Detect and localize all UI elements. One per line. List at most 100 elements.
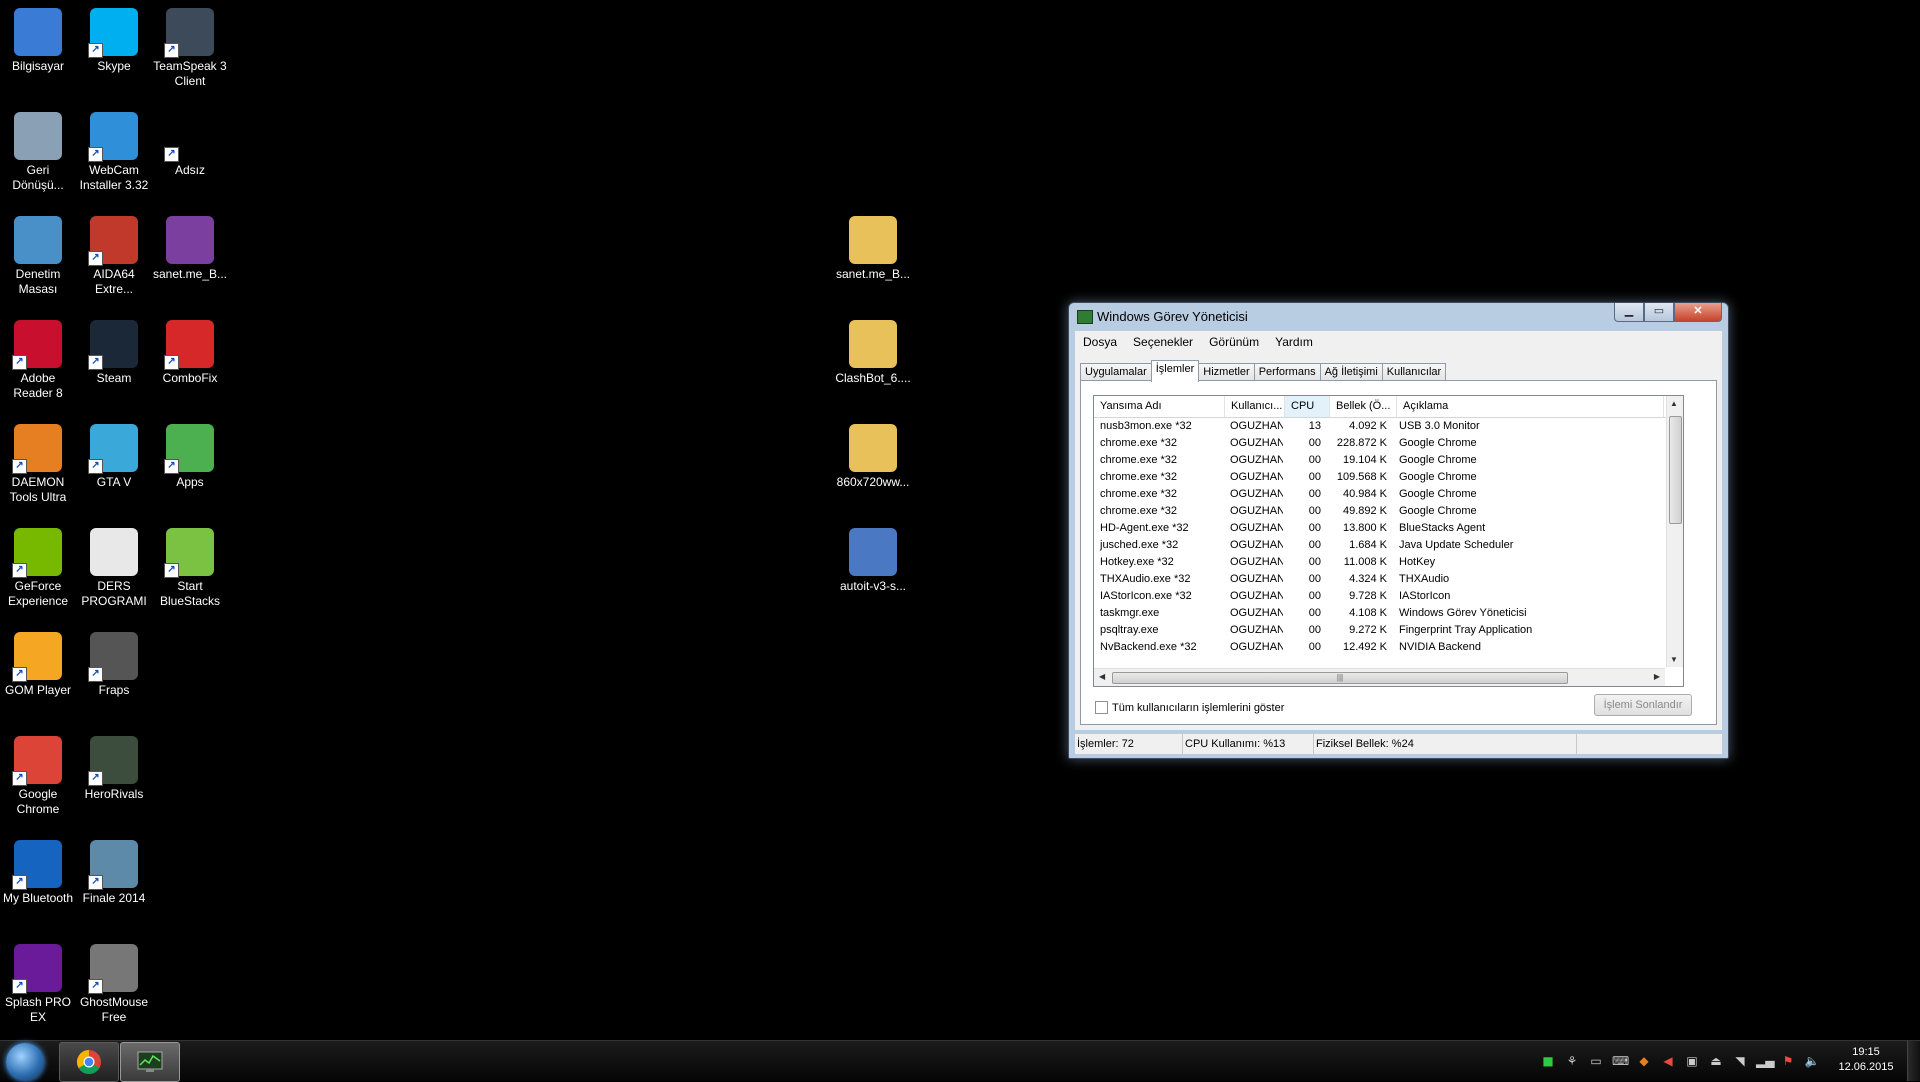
table-row[interactable]: chrome.exe *32 OGUZHAN 00 109.568 K Google C… (1094, 469, 1666, 486)
clock[interactable]: 19:15 12.06.2015 (1836, 1045, 1896, 1075)
desktop-icon[interactable]: ↗ My Bluetooth (0, 840, 76, 906)
table-row[interactable]: psqltray.exe OGUZHAN 00 9.272 K Fingerprint … (1094, 622, 1666, 639)
checkbox-box[interactable] (1095, 701, 1108, 714)
tray-network-share-icon[interactable]: ⚘ (1564, 1053, 1580, 1069)
tab-applications[interactable]: Uygulamalar (1080, 363, 1152, 381)
desktop-icon[interactable]: ↗ Steam (76, 320, 152, 386)
tray-wifi-icon[interactable]: ◥ (1732, 1053, 1748, 1069)
tray-remove-hardware-icon[interactable]: ⏏ (1708, 1053, 1724, 1069)
cell-user: OGUZHAN (1230, 607, 1283, 619)
column-user[interactable]: Kullanıcı... (1225, 396, 1285, 417)
tray-speaker-icon[interactable]: ◀ (1660, 1053, 1676, 1069)
tray-monitor-icon[interactable]: ▣ (1684, 1053, 1700, 1069)
desktop-icon[interactable]: ↗ ComboFix (152, 320, 228, 386)
desktop-icon-label: Start BlueStacks (159, 579, 221, 608)
vertical-scrollbar[interactable]: ▲ ▼ (1666, 396, 1683, 667)
desktop-icon[interactable]: ↗ GhostMouse Free (76, 944, 152, 1025)
desktop-icon[interactable]: ↗ GTA V (76, 424, 152, 490)
process-list[interactable]: Yansıma Adı Kullanıcı... CPU Bellek (Ö..… (1093, 395, 1684, 687)
tab-processes[interactable]: İşlemler (1150, 360, 1200, 382)
scroll-right-icon[interactable]: ▶ (1654, 672, 1660, 681)
table-row[interactable]: IAStorIcon.exe *32 OGUZHAN 00 9.728 K IAStor… (1094, 588, 1666, 605)
desktop-icon[interactable]: ClashBot_6.... (835, 320, 911, 386)
desktop-icon[interactable]: ↗ Adsız (152, 112, 228, 178)
desktop-icon[interactable]: ↗ GOM Player (0, 632, 76, 698)
table-row[interactable]: jusched.exe *32 OGUZHAN 00 1.684 K Java Upda… (1094, 537, 1666, 554)
table-row[interactable]: THXAudio.exe *32 OGUZHAN 00 4.324 K THXAudio (1094, 571, 1666, 588)
column-image-name[interactable]: Yansıma Adı (1094, 396, 1225, 417)
taskbar-chrome-button[interactable] (59, 1042, 119, 1082)
desktop-icon[interactable]: ↗ AIDA64 Extre... (76, 216, 152, 297)
menu-view[interactable]: Görünüm (1201, 335, 1267, 349)
title-bar[interactable]: Windows Görev Yöneticisi ▁ ▭ ✕ (1069, 303, 1728, 331)
desktop-icon[interactable]: ↗ DAEMON Tools Ultra (0, 424, 76, 505)
table-row[interactable]: NvBackend.exe *32 OGUZHAN 00 12.492 K NVIDIA… (1094, 639, 1666, 656)
maximize-button[interactable]: ▭ (1644, 303, 1674, 322)
shortcut-arrow-icon: ↗ (164, 43, 179, 58)
table-row[interactable]: HD-Agent.exe *32 OGUZHAN 00 13.800 K BlueSta… (1094, 520, 1666, 537)
desktop-icon[interactable]: ↗ Finale 2014 (76, 840, 152, 906)
column-memory[interactable]: Bellek (Ö... (1330, 396, 1397, 417)
scroll-up-icon[interactable]: ▲ (1670, 399, 1678, 408)
minimize-button[interactable]: ▁ (1614, 303, 1644, 322)
desktop-icon[interactable]: ↗ WebCam Installer 3.32 (76, 112, 152, 193)
desktop-icon[interactable]: 860x720ww... (835, 424, 911, 490)
desktop-icon[interactable]: ↗ GeForce Experience (0, 528, 76, 609)
desktop-icon[interactable]: ↗ TeamSpeak 3 Client (152, 8, 228, 89)
scroll-down-icon[interactable]: ▼ (1670, 655, 1678, 664)
table-row[interactable]: chrome.exe *32 OGUZHAN 00 40.984 K Google Ch… (1094, 486, 1666, 503)
menu-options[interactable]: Seçenekler (1125, 335, 1201, 349)
show-desktop-button[interactable] (1907, 1041, 1920, 1081)
end-process-button[interactable]: İşlemi Sonlandır (1594, 694, 1692, 716)
table-row[interactable]: taskmgr.exe OGUZHAN 00 4.108 K Windows Görev… (1094, 605, 1666, 622)
desktop-icon[interactable]: ↗ Fraps (76, 632, 152, 698)
horizontal-scrollbar[interactable]: ◀ ||| ▶ (1094, 668, 1665, 686)
desktop-icon[interactable]: ↗ Skype (76, 8, 152, 74)
column-cpu[interactable]: CPU (1285, 396, 1330, 417)
desktop-icon[interactable]: sanet.me_B... (152, 216, 228, 282)
table-row[interactable]: nusb3mon.exe *32 OGUZHAN 13 4.092 K USB 3.0 … (1094, 418, 1666, 435)
tray-keyboard-icon[interactable]: ⌨ (1612, 1053, 1629, 1069)
start-button[interactable] (6, 1043, 44, 1081)
taskbar-task-manager-button[interactable] (120, 1042, 180, 1082)
show-all-users-checkbox[interactable]: Tüm kullanıcıların işlemlerini göster (1095, 701, 1284, 714)
tray-signal-icon[interactable]: ▂▄ (1756, 1053, 1774, 1069)
cell-user: OGUZHAN (1230, 573, 1283, 585)
tray-volume-icon[interactable]: 🔈 (1804, 1053, 1820, 1069)
desktop-icon[interactable]: ↗ HeroRivals (76, 736, 152, 802)
desktop-icon[interactable]: ↗ Adobe Reader 8 (0, 320, 76, 401)
tab-users[interactable]: Kullanıcılar (1381, 363, 1447, 381)
tab-services[interactable]: Hizmetler (1198, 363, 1255, 381)
tray-app-icon[interactable]: ◆ (1636, 1053, 1652, 1069)
cell-memory: 4.092 K (1349, 420, 1387, 432)
desktop-icon[interactable]: ↗ Apps (152, 424, 228, 490)
desktop-icon[interactable]: ↗ Start BlueStacks (152, 528, 228, 609)
column-description[interactable]: Açıklama (1397, 396, 1664, 417)
tab-performance[interactable]: Performans (1253, 363, 1321, 381)
table-row[interactable]: chrome.exe *32 OGUZHAN 00 19.104 K Google Ch… (1094, 452, 1666, 469)
table-row[interactable]: chrome.exe *32 OGUZHAN 00 228.872 K Google C… (1094, 435, 1666, 452)
tray-action-center-icon[interactable]: ⚑ (1780, 1053, 1796, 1069)
shortcut-arrow-icon: ↗ (12, 875, 27, 890)
table-row[interactable]: Hotkey.exe *32 OGUZHAN 00 11.008 K HotKey (1094, 554, 1666, 571)
desktop-icon[interactable]: Bilgisayar (0, 8, 76, 74)
desktop-icon[interactable]: ↗ Splash PRO EX (0, 944, 76, 1025)
desktop-icon[interactable]: Denetim Masası (0, 216, 76, 297)
cell-cpu: 00 (1308, 488, 1321, 500)
close-button[interactable]: ✕ (1674, 303, 1722, 322)
scroll-left-icon[interactable]: ◀ (1099, 672, 1105, 681)
desktop-icon[interactable]: Geri Dönüşü... (0, 112, 76, 193)
desktop-icon[interactable]: autoit-v3-s... (835, 528, 911, 594)
menu-help[interactable]: Yardım (1267, 335, 1321, 349)
tray-green-icon[interactable]: ■ (1540, 1053, 1556, 1069)
tray-drive-icon[interactable]: ▭ (1588, 1053, 1604, 1069)
desktop-icon[interactable]: sanet.me_B... (835, 216, 911, 282)
tab-networking[interactable]: Ağ İletişimi (1319, 363, 1383, 381)
menu-file[interactable]: Dosya (1075, 335, 1125, 349)
vertical-scroll-thumb[interactable] (1669, 416, 1682, 524)
desktop-icon[interactable]: ↗ Google Chrome (0, 736, 76, 817)
horizontal-scroll-thumb[interactable]: ||| (1112, 672, 1568, 684)
desktop-icon[interactable]: DERS PROGRAMI (76, 528, 152, 609)
cell-user: OGUZHAN (1230, 420, 1283, 432)
table-row[interactable]: chrome.exe *32 OGUZHAN 00 49.892 K Google Ch… (1094, 503, 1666, 520)
